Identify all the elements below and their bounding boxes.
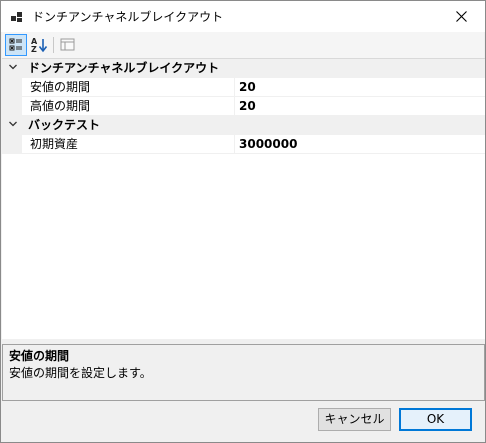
window-title: ドンチアンチャネルブレイクアウト xyxy=(32,10,224,24)
property-name: 安値の期間 xyxy=(30,80,91,94)
alphabetical-sort-button[interactable]: A Z xyxy=(28,34,50,56)
property-name-cell[interactable]: 初期資産 xyxy=(22,135,235,154)
property-value-cell[interactable]: 20 xyxy=(235,78,485,97)
property-pages-button[interactable] xyxy=(57,34,79,56)
property-value-cell[interactable]: 3000000 xyxy=(235,135,485,154)
property-name: 高値の期間 xyxy=(30,99,91,113)
category-label: ドンチアンチャネルブレイクアウト xyxy=(28,61,220,75)
ok-button[interactable]: OK xyxy=(399,408,472,431)
property-row-high-period[interactable]: 高値の期間 20 xyxy=(2,97,485,116)
chevron-down-icon[interactable] xyxy=(8,119,18,129)
help-title: 安値の期間 xyxy=(9,349,70,363)
dialog-window: ドンチアンチャネルブレイクアウト A Z ドンチアンチャネルブレイクアウト 安値… xyxy=(0,0,486,443)
close-icon xyxy=(456,11,467,22)
property-name-cell[interactable]: 安値の期間 xyxy=(22,78,235,97)
property-value[interactable]: 3000000 xyxy=(239,137,297,152)
row-gutter xyxy=(2,97,22,116)
svg-text:Z: Z xyxy=(31,45,37,54)
category-row-backtest[interactable]: バックテスト xyxy=(2,116,485,135)
app-icon xyxy=(11,11,23,23)
property-pages-icon xyxy=(60,38,75,51)
property-grid-toolbar: A Z xyxy=(2,32,484,58)
sort-az-icon: A Z xyxy=(31,37,48,54)
close-button[interactable] xyxy=(439,1,485,32)
help-description: 安値の期間を設定します。 xyxy=(9,366,152,380)
title-bar: ドンチアンチャネルブレイクアウト xyxy=(1,1,485,32)
row-gutter xyxy=(2,78,22,97)
property-value-cell[interactable]: 20 xyxy=(235,97,485,116)
toolbar-separator xyxy=(53,37,54,53)
categorized-icon xyxy=(9,38,22,51)
categorized-view-button[interactable] xyxy=(5,34,27,56)
property-name: 初期資産 xyxy=(30,137,79,151)
row-gutter xyxy=(2,135,22,154)
category-label: バックテスト xyxy=(28,118,101,132)
cancel-button[interactable]: キャンセル xyxy=(318,408,391,431)
property-row-low-period[interactable]: 安値の期間 20 xyxy=(2,78,485,97)
property-value[interactable]: 20 xyxy=(239,80,256,95)
help-pane: 安値の期間 安値の期間を設定します。 xyxy=(2,344,485,401)
property-grid: ドンチアンチャネルブレイクアウト 安値の期間 20 高値の期間 20 バックテス… xyxy=(2,58,485,339)
property-row-initial-capital[interactable]: 初期資産 3000000 xyxy=(2,135,485,154)
chevron-down-icon[interactable] xyxy=(8,62,18,72)
property-name-cell[interactable]: 高値の期間 xyxy=(22,97,235,116)
category-row-donchian[interactable]: ドンチアンチャネルブレイクアウト xyxy=(2,59,485,78)
property-value[interactable]: 20 xyxy=(239,99,256,114)
